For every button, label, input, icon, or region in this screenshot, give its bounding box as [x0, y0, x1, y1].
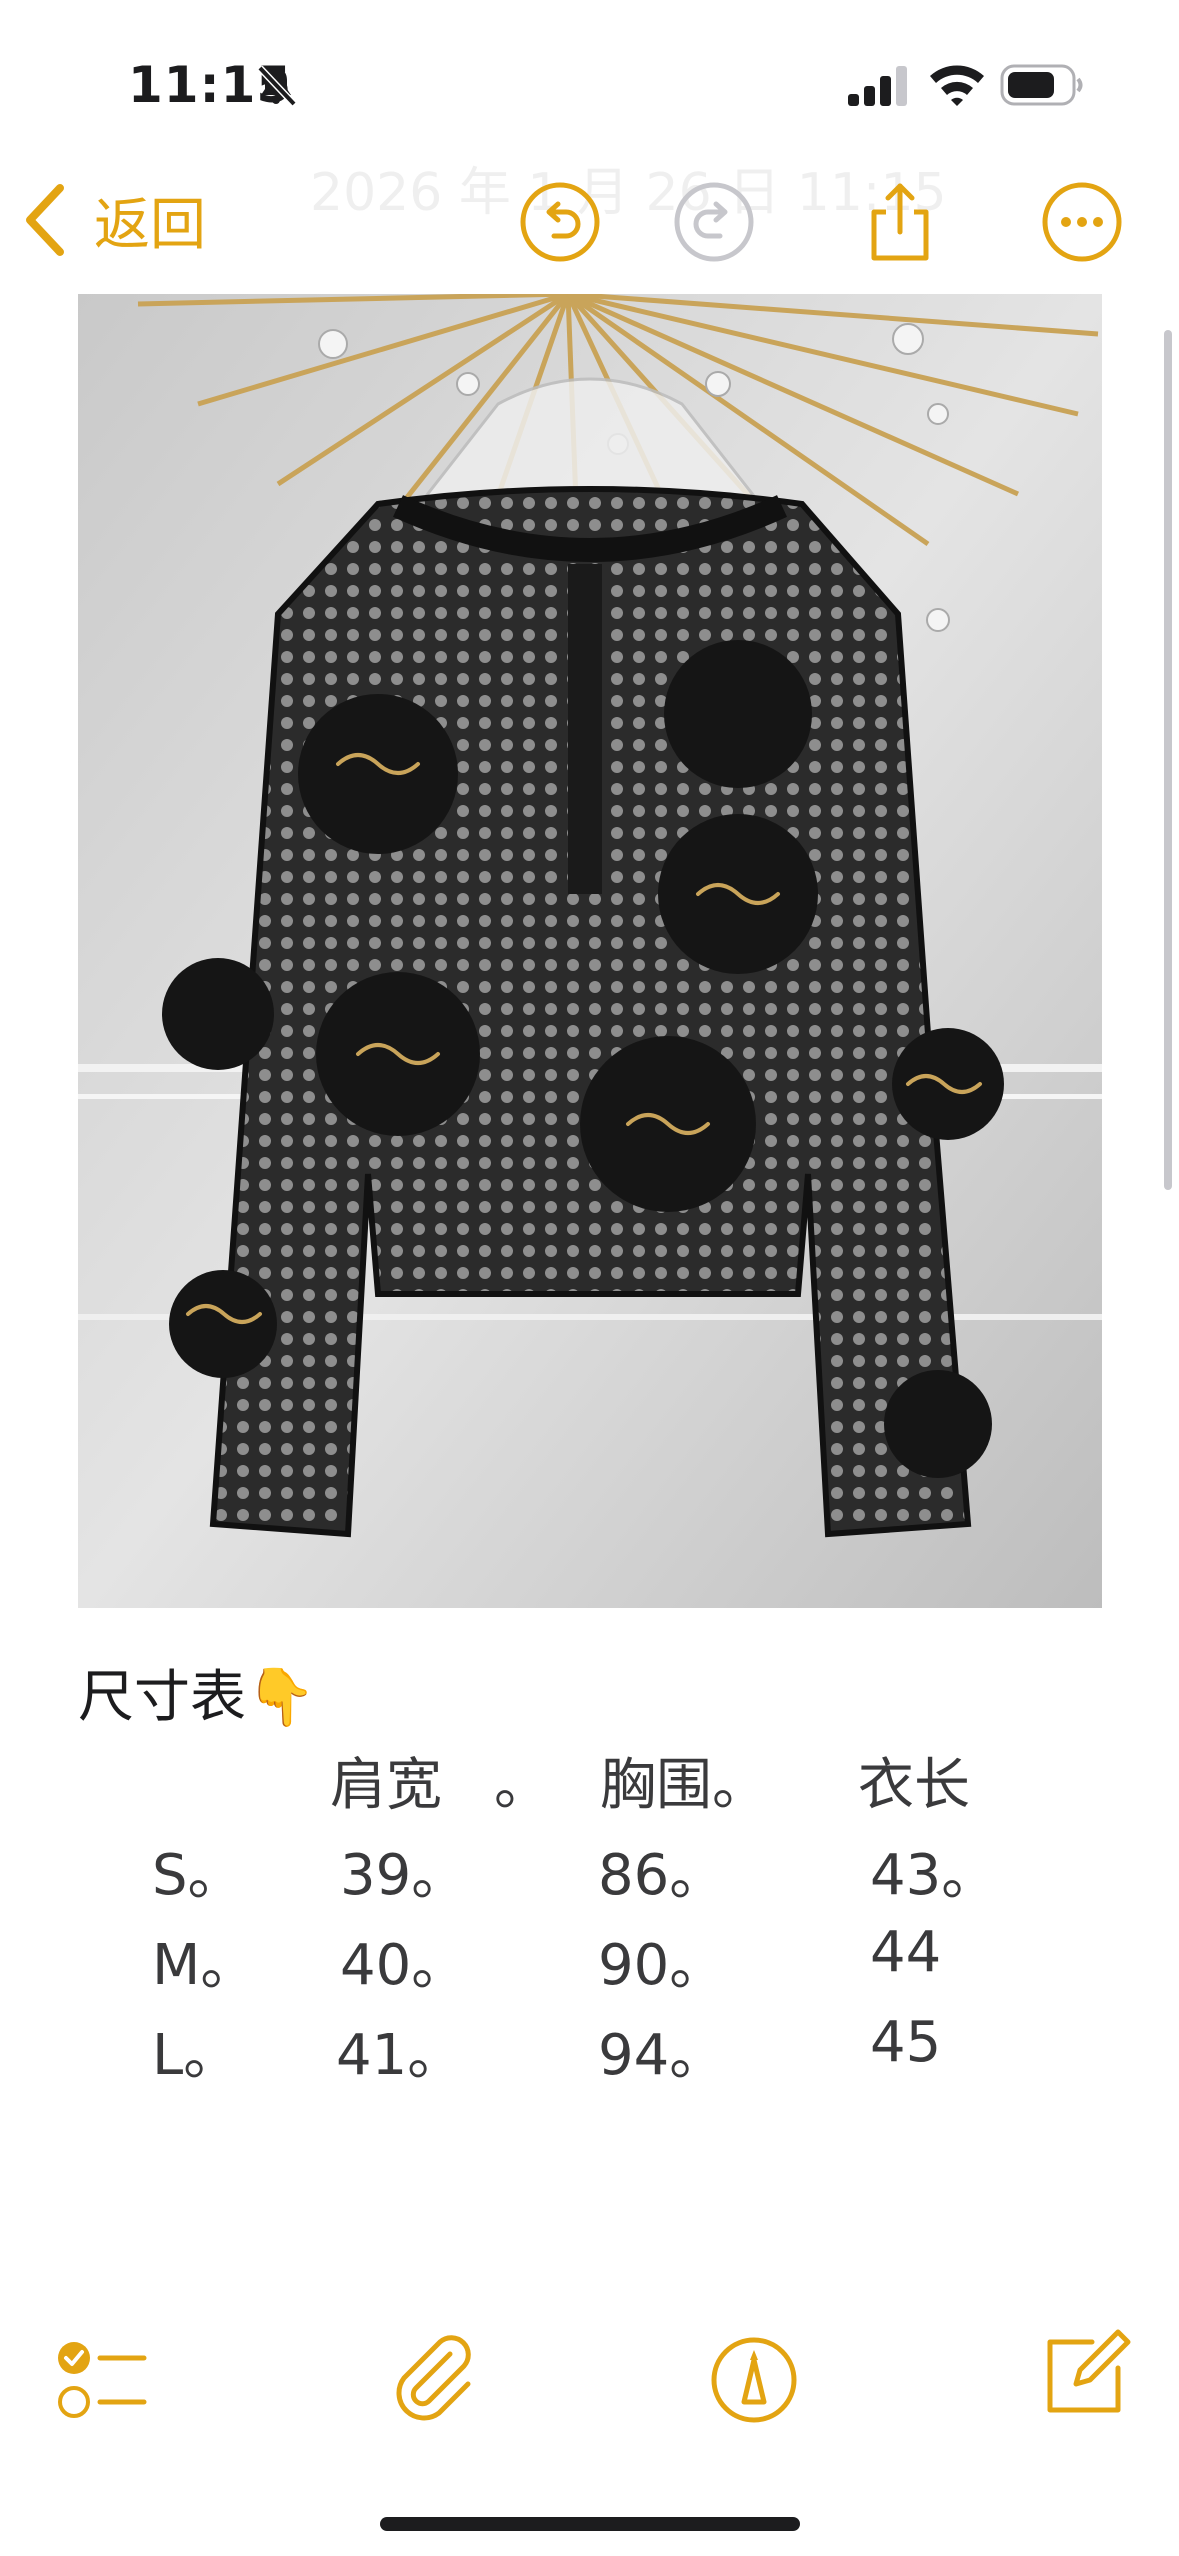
chevron-left-icon: [26, 184, 64, 256]
header-chest: 胸围。: [600, 1753, 768, 1818]
back-button[interactable]: 返回: [22, 180, 206, 260]
header-shoulder: 肩宽: [330, 1753, 442, 1818]
row-shoulder: 39。: [340, 1843, 468, 1908]
checklist-icon[interactable]: [52, 2330, 148, 2426]
row-size: S。: [152, 1843, 244, 1908]
row-size: L。: [152, 2023, 240, 2088]
header-length: 衣长: [858, 1753, 970, 1818]
scrollbar[interactable]: [1164, 330, 1172, 1190]
note-date: 2026 年 1 月 26 日 11:15: [310, 163, 947, 223]
more-icon[interactable]: [1040, 180, 1124, 264]
markup-icon[interactable]: [706, 2330, 802, 2426]
row-length: 43。: [870, 1843, 998, 1908]
battery-icon: [1000, 64, 1083, 106]
row-chest: 90。: [598, 1933, 726, 1998]
wifi-icon: [930, 65, 984, 106]
size-chart-title: 尺寸表👇: [78, 1665, 316, 1730]
attachment-icon[interactable]: [386, 2330, 482, 2426]
row-chest: 86。: [598, 1843, 726, 1908]
row-shoulder: 41。: [336, 2023, 464, 2088]
share-icon[interactable]: [858, 180, 942, 264]
product-photo[interactable]: [78, 294, 1102, 1608]
row-length: 44: [870, 1920, 942, 1985]
home-indicator[interactable]: [380, 2517, 800, 2531]
row-shoulder: 40。: [340, 1933, 468, 1998]
row-length: 45: [870, 2010, 942, 2075]
compose-icon[interactable]: [1036, 2326, 1132, 2422]
back-label: 返回: [94, 192, 206, 258]
row-chest: 94。: [598, 2023, 726, 2088]
bell-slash-icon: [257, 65, 297, 107]
header-separator: 。: [494, 1753, 550, 1818]
redo-icon[interactable]: [672, 180, 756, 264]
undo-icon[interactable]: [518, 180, 602, 264]
cellular-signal-icon: [848, 66, 907, 106]
row-size: M。: [152, 1933, 257, 1998]
